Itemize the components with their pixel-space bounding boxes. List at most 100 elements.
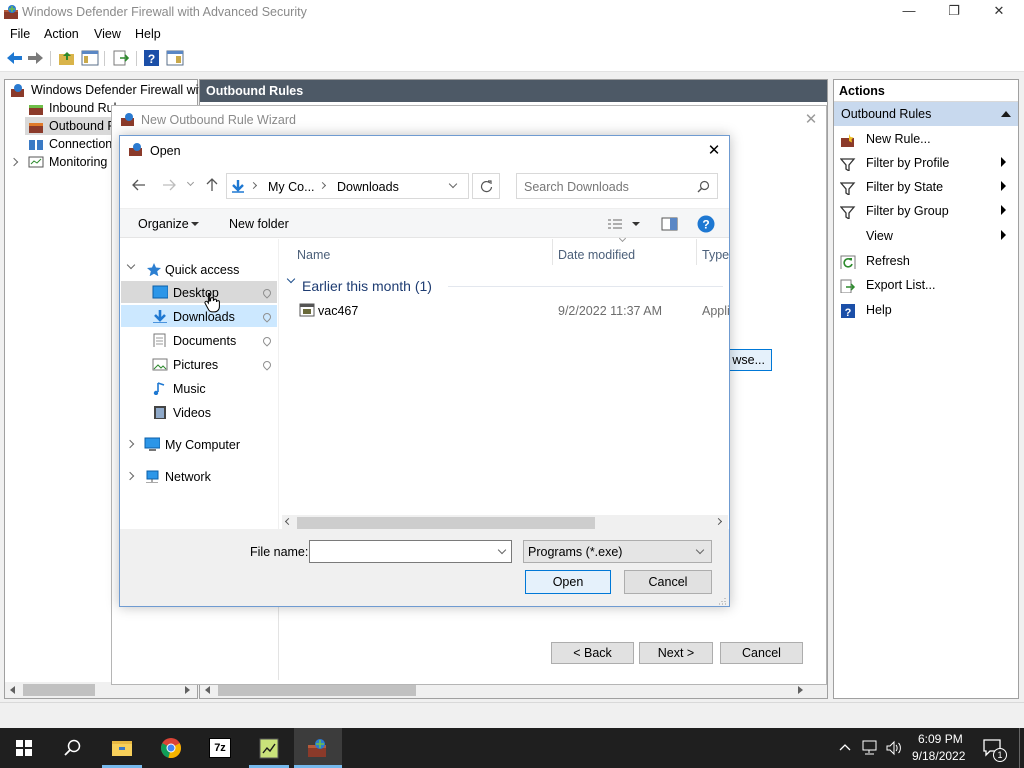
nav-music[interactable]: Music: [173, 382, 206, 396]
expand-chevron-icon[interactable]: [125, 471, 135, 481]
nav-network[interactable]: Network: [165, 470, 211, 484]
nav-pictures[interactable]: Pictures: [173, 358, 218, 372]
taskbar-7zip[interactable]: 7z: [196, 728, 244, 768]
action-filter-by-profile[interactable]: Filter by Profile: [866, 156, 949, 170]
menu-file[interactable]: File: [10, 27, 30, 41]
column-header-name[interactable]: Name: [297, 248, 330, 262]
forward-arrow-icon[interactable]: [162, 179, 176, 191]
taskbar-chrome[interactable]: [147, 728, 195, 768]
clock-date[interactable]: 9/18/2022: [912, 749, 965, 763]
column-header-date-modified[interactable]: Date modified: [558, 248, 635, 262]
file-type-dropdown-icon[interactable]: [695, 545, 705, 555]
properties-pane-icon[interactable]: [166, 49, 184, 67]
tree-item-outbound-rules[interactable]: Outbound R: [49, 119, 116, 133]
action-help[interactable]: Help: [866, 303, 892, 317]
breadcrumb-my-computer[interactable]: My Co...: [268, 180, 315, 194]
up-arrow-icon[interactable]: [206, 178, 218, 192]
scroll-left-icon[interactable]: [205, 686, 210, 694]
menu-help[interactable]: Help: [135, 27, 161, 41]
address-bar[interactable]: My Co... Downloads: [226, 173, 469, 199]
nav-documents[interactable]: Documents: [173, 334, 236, 348]
tree-root[interactable]: Windows Defender Firewall witl: [31, 83, 205, 97]
wizard-close-button[interactable]: ✕: [802, 110, 820, 128]
action-filter-by-state[interactable]: Filter by State: [866, 180, 943, 194]
minimize-button[interactable]: —: [886, 0, 932, 24]
export-list-icon[interactable]: [112, 49, 130, 67]
scroll-left-icon[interactable]: [284, 517, 293, 526]
action-new-rule[interactable]: New Rule...: [866, 132, 931, 146]
collapse-up-icon[interactable]: [1001, 111, 1011, 117]
wizard-cancel-button[interactable]: Cancel: [720, 642, 803, 664]
close-button[interactable]: ✕: [976, 0, 1022, 24]
back-arrow-icon[interactable]: [5, 49, 23, 67]
scroll-thumb[interactable]: [297, 517, 595, 529]
nav-quick-access[interactable]: Quick access: [165, 263, 239, 277]
maximize-button[interactable]: ❐: [931, 0, 977, 24]
group-collapse-icon[interactable]: [286, 274, 296, 284]
tray-chevron-up-icon[interactable]: [839, 742, 851, 752]
address-dropdown-icon[interactable]: [448, 179, 458, 189]
action-refresh[interactable]: Refresh: [866, 254, 910, 268]
scroll-thumb[interactable]: [23, 684, 95, 696]
wizard-next-button[interactable]: Next >: [639, 642, 713, 664]
preview-pane-icon[interactable]: [661, 217, 678, 231]
search-box[interactable]: Search Downloads: [516, 173, 718, 199]
refresh-button[interactable]: [472, 173, 500, 199]
scroll-right-icon[interactable]: [185, 686, 190, 694]
nav-my-computer[interactable]: My Computer: [165, 438, 240, 452]
view-dropdown-icon[interactable]: [632, 222, 640, 226]
action-view[interactable]: View: [866, 229, 893, 243]
scroll-right-icon[interactable]: [798, 686, 803, 694]
organize-button[interactable]: Organize: [138, 217, 189, 231]
search-input[interactable]: Search Downloads: [524, 180, 629, 194]
new-folder-button[interactable]: New folder: [229, 217, 289, 231]
scroll-thumb[interactable]: [218, 684, 416, 696]
open-button[interactable]: Open: [525, 570, 611, 594]
taskbar-task-manager[interactable]: [245, 728, 293, 768]
table-row[interactable]: vac467 9/2/2022 11:37 AM Appli: [280, 299, 730, 321]
expand-chevron-icon[interactable]: [125, 439, 135, 449]
recent-locations-icon[interactable]: [186, 178, 195, 187]
expand-chevron-icon[interactable]: [9, 157, 19, 167]
taskbar-firewall[interactable]: [294, 728, 342, 768]
tree-item-connection-security[interactable]: Connection: [49, 137, 112, 151]
file-name-input[interactable]: [309, 540, 512, 563]
volume-icon[interactable]: [885, 740, 903, 756]
view-options-icon[interactable]: [607, 218, 623, 230]
column-header-type[interactable]: Type: [702, 248, 729, 262]
tree-item-monitoring[interactable]: Monitoring: [49, 155, 107, 169]
show-desktop-button[interactable]: [1019, 728, 1024, 768]
search-button[interactable]: [48, 728, 96, 768]
taskbar-file-explorer[interactable]: [98, 728, 146, 768]
resize-grip-icon[interactable]: [717, 596, 726, 605]
up-folder-icon[interactable]: [58, 49, 76, 67]
back-arrow-icon[interactable]: [132, 179, 146, 191]
help-icon[interactable]: ?: [697, 215, 715, 233]
network-tray-icon[interactable]: [862, 740, 880, 756]
clock-time[interactable]: 6:09 PM: [918, 732, 963, 746]
wizard-back-button[interactable]: < Back: [551, 642, 634, 664]
collapse-chevron-icon[interactable]: [126, 260, 136, 270]
scroll-right-icon[interactable]: [714, 517, 723, 526]
help-icon[interactable]: ?: [143, 49, 161, 67]
forward-arrow-icon[interactable]: [27, 49, 45, 67]
file-name-dropdown-icon[interactable]: [497, 545, 507, 555]
organize-dropdown-icon[interactable]: [191, 222, 199, 226]
breadcrumb-downloads[interactable]: Downloads: [337, 180, 399, 194]
scroll-left-icon[interactable]: [10, 686, 15, 694]
tree-item-inbound-rules[interactable]: Inbound Rul: [49, 101, 116, 115]
action-export-list[interactable]: Export List...: [866, 278, 935, 292]
nav-videos[interactable]: Videos: [173, 406, 211, 420]
menu-action[interactable]: Action: [44, 27, 79, 41]
action-filter-by-group[interactable]: Filter by Group: [866, 204, 949, 218]
group-header[interactable]: Earlier this month (1): [302, 278, 432, 294]
menu-view[interactable]: View: [94, 27, 121, 41]
file-type-select[interactable]: Programs (*.exe): [523, 540, 712, 563]
cancel-button[interactable]: Cancel: [624, 570, 712, 594]
start-button[interactable]: [0, 728, 48, 768]
show-hide-tree-icon[interactable]: [81, 49, 99, 67]
file-name-cell[interactable]: vac467: [318, 304, 358, 318]
open-dialog-close-button[interactable]: ✕: [705, 141, 723, 159]
actions-section-outbound[interactable]: Outbound Rules: [834, 102, 1018, 126]
new-rule-icon: [841, 134, 854, 147]
